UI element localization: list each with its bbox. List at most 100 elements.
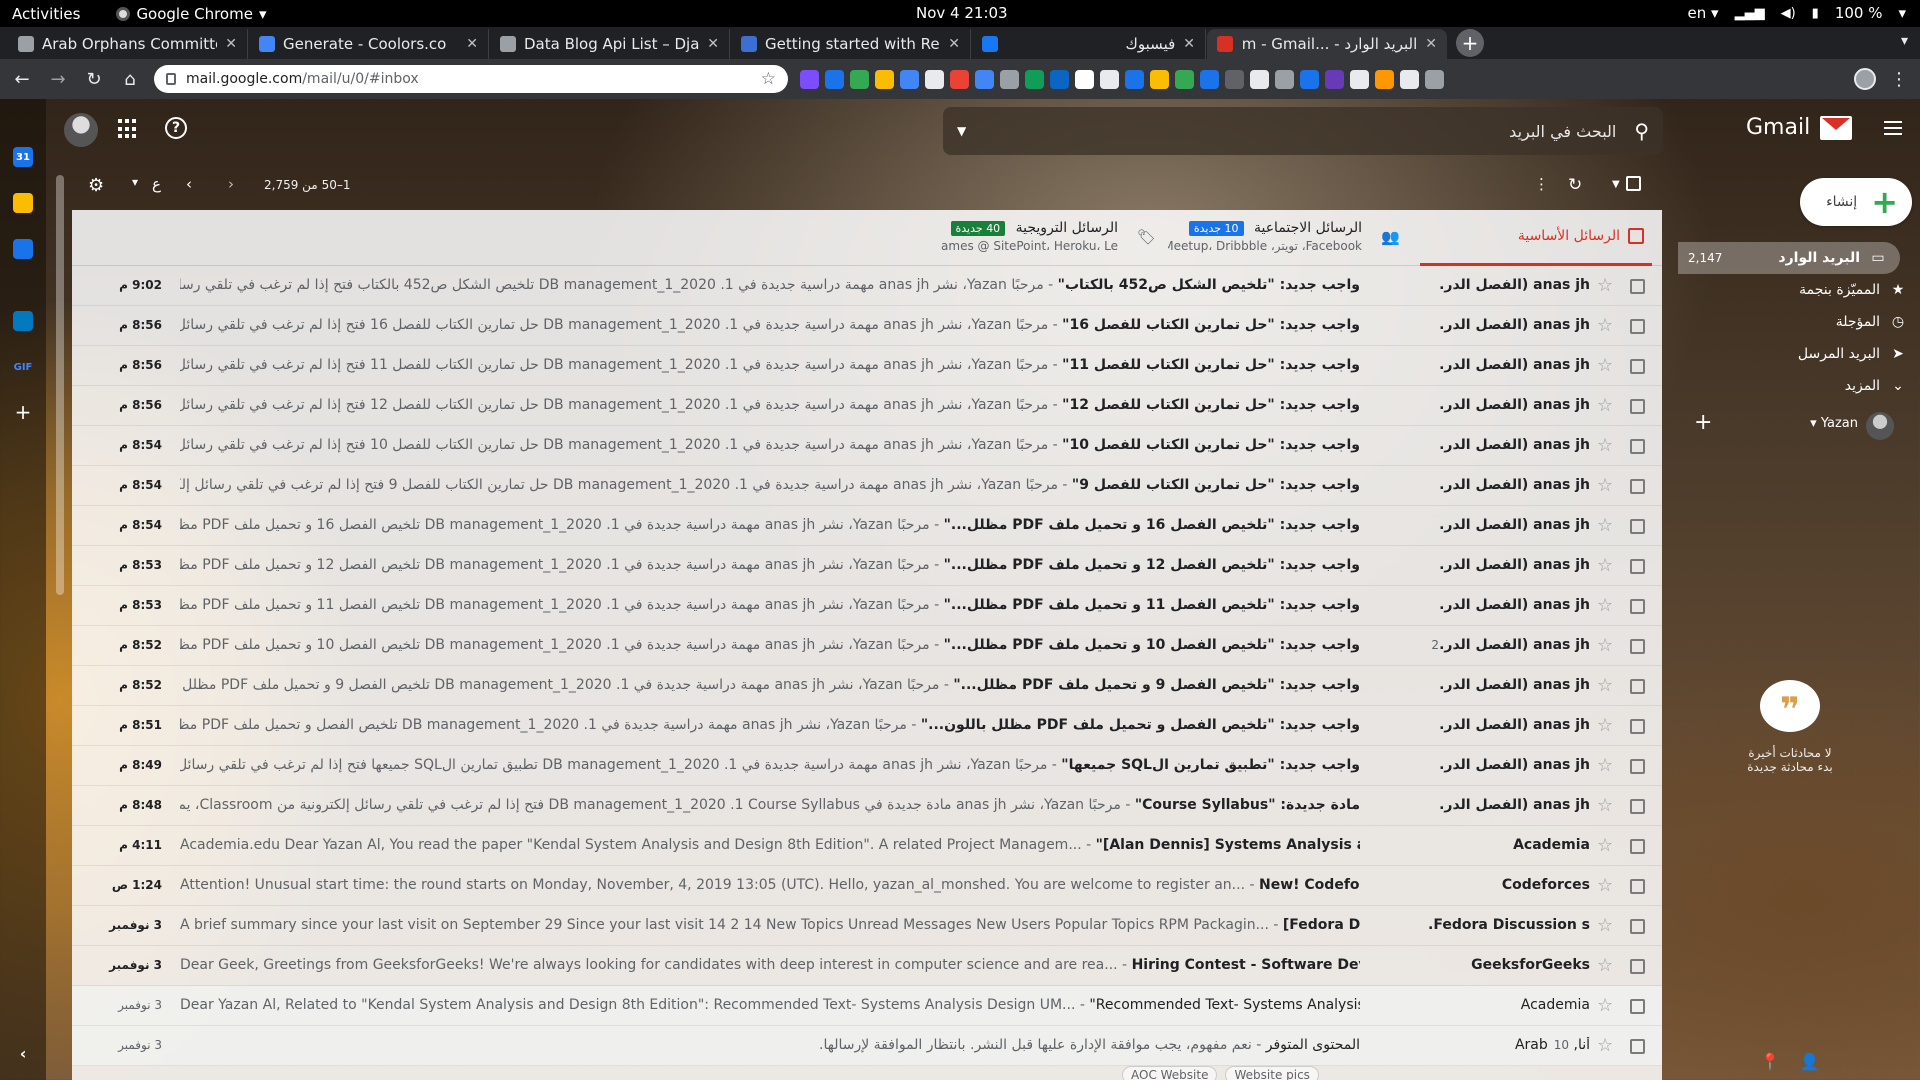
star-icon[interactable]: ☆ — [1597, 635, 1613, 656]
select-checkbox[interactable] — [1630, 879, 1645, 894]
back-arrow-icon[interactable]: ← — [8, 69, 36, 90]
nav-item[interactable]: ◷ المؤجلة — [1678, 306, 1920, 338]
folder-chip[interactable]: Website pics — [1225, 1066, 1319, 1080]
profile-avatar[interactable] — [1854, 68, 1876, 90]
star-icon[interactable]: ☆ — [1597, 355, 1613, 376]
extension-icon[interactable] — [800, 69, 819, 89]
star-icon[interactable]: ☆ — [1597, 555, 1613, 576]
tab-promotions[interactable]: 🏷 الرسائل الترويجية 40 جديدة James @ Sit… — [940, 210, 1156, 266]
star-icon[interactable]: ☆ — [1597, 395, 1613, 416]
extension-icon[interactable] — [1375, 69, 1394, 89]
extension-icon[interactable] — [1400, 69, 1419, 89]
location-pin-icon[interactable]: 📍 — [1760, 1052, 1780, 1071]
close-tab-icon[interactable]: ✕ — [948, 36, 960, 52]
browser-tab[interactable]: البريد الوارد - ...ll.com - Gmail ✕ — [1207, 29, 1447, 59]
extension-icon[interactable] — [1050, 69, 1069, 89]
pagination-range[interactable]: 1–50 من 2,759 — [264, 178, 350, 192]
email-row[interactable]: ☆ Academia Dear Yazan Al, Related to "Kend… — [72, 986, 1662, 1026]
select-checkbox[interactable] — [1630, 399, 1645, 414]
star-icon[interactable]: ☆ — [1597, 755, 1613, 776]
address-bar[interactable]: mail.google.com /mail/u/0/#inbox ☆ — [154, 65, 788, 93]
google-apps-icon[interactable] — [118, 119, 138, 139]
search-input[interactable] — [974, 121, 1617, 141]
new-chat-plus-icon[interactable]: + — [1694, 410, 1712, 435]
star-icon[interactable]: ☆ — [1597, 475, 1613, 496]
extension-icon[interactable] — [1075, 69, 1094, 89]
compose-button[interactable]: + إنشاء — [1800, 178, 1912, 226]
select-checkbox[interactable] — [1630, 799, 1645, 814]
browser-tab[interactable]: Arab Orphans Committe ✕ — [8, 29, 248, 59]
account-avatar[interactable] — [64, 113, 98, 147]
select-checkbox[interactable] — [1630, 959, 1645, 974]
calendar-icon[interactable]: 31 — [13, 147, 33, 167]
nav-item[interactable]: ▭ البريد الوارد 2,147 — [1678, 242, 1900, 274]
keep-icon[interactable] — [13, 193, 33, 213]
close-tab-icon[interactable]: ✕ — [466, 36, 478, 52]
select-checkbox[interactable] — [1630, 479, 1645, 494]
email-row[interactable]: ☆ anas jh (الفصل الدر.2 واجب جديد: "تلخيص … — [72, 626, 1662, 666]
email-row[interactable]: ☆ anas jh (الفصل الدر. واجب جديد: "تلخيص ا… — [72, 666, 1662, 706]
email-row[interactable]: ☆ Academia Academia.edu Dear Yazan Al, You… — [72, 826, 1662, 866]
tab-primary[interactable]: الرسائل الأساسية — [1420, 210, 1652, 266]
star-icon[interactable]: ☆ — [1597, 275, 1613, 296]
extension-icon[interactable] — [1200, 69, 1219, 89]
select-checkbox[interactable] — [1630, 759, 1645, 774]
trello-icon[interactable] — [13, 311, 33, 331]
tab-social[interactable]: 👥 الرسائل الاجتماعية 10 جديدة Facebook، … — [1168, 210, 1400, 266]
email-row[interactable]: ☆ anas jh (الفصل الدر. واجب جديد: "حل تمار… — [72, 306, 1662, 346]
email-row[interactable]: ☆ anas jh (الفصل الدر. واجب جديد: "تطبيق ت… — [72, 746, 1662, 786]
home-icon[interactable]: ⌂ — [116, 69, 144, 90]
close-tab-icon[interactable]: ✕ — [1183, 36, 1195, 52]
select-checkbox[interactable] — [1630, 599, 1645, 614]
email-row[interactable]: ☆ anas jh (الفصل الدر. واجب جديد: "تلخيص ا… — [72, 266, 1662, 306]
email-row[interactable]: ☆ Codeforces Attention! Unusual start time… — [72, 866, 1662, 906]
extension-icon[interactable] — [1325, 69, 1344, 89]
star-icon[interactable]: ☆ — [1597, 995, 1613, 1016]
email-row[interactable]: ☆ anas jh (الفصل الدر. واجب جديد: "حل تمار… — [72, 386, 1662, 426]
extension-icon[interactable] — [1225, 69, 1244, 89]
browser-tab[interactable]: Getting started with Reac ✕ — [731, 29, 971, 59]
close-tab-icon[interactable]: ✕ — [1425, 36, 1437, 52]
email-row[interactable]: ☆ anas jh (الفصل الدر. واجب جديد: "تلخيص ا… — [72, 546, 1662, 586]
extension-icon[interactable] — [1125, 69, 1144, 89]
extension-icon[interactable] — [825, 69, 844, 89]
select-checkbox[interactable] — [1630, 439, 1645, 454]
email-row[interactable]: ☆ anas jh (الفصل الدر. واجب جديد: "تلخيص ا… — [72, 586, 1662, 626]
start-chat-link[interactable]: بدء محادثة جديدة — [1710, 760, 1870, 774]
star-icon[interactable]: ☆ — [1597, 595, 1613, 616]
search-icon[interactable]: ⚲ — [1634, 119, 1649, 143]
nav-item[interactable]: ⌄ المزيد — [1678, 370, 1920, 402]
close-tab-icon[interactable]: ✕ — [707, 36, 719, 52]
select-all-checkbox[interactable] — [1626, 176, 1641, 191]
star-icon[interactable]: ☆ — [1597, 315, 1613, 336]
star-icon[interactable]: ☆ — [1597, 915, 1613, 936]
select-checkbox[interactable] — [1630, 359, 1645, 374]
language-indicator[interactable]: en ▾ — [1688, 4, 1719, 22]
bookmark-star-icon[interactable]: ☆ — [761, 69, 776, 89]
extension-icon[interactable] — [950, 69, 969, 89]
help-icon[interactable]: ? — [165, 117, 187, 139]
gif-icon[interactable]: GIF — [13, 357, 33, 377]
refresh-icon[interactable]: ↻ — [1568, 175, 1582, 195]
select-checkbox[interactable] — [1630, 639, 1645, 654]
settings-gear-icon[interactable]: ⚙ — [88, 175, 104, 196]
email-row[interactable]: ☆ anas jh (الفصل الدر. واجب جديد: "تلخيص ا… — [72, 506, 1662, 546]
scrollbar[interactable] — [56, 175, 64, 595]
main-menu-icon[interactable] — [1884, 121, 1902, 135]
extension-icon[interactable] — [1300, 69, 1319, 89]
select-checkbox[interactable] — [1630, 679, 1645, 694]
star-icon[interactable]: ☆ — [1597, 715, 1613, 736]
input-tools-dropdown-icon[interactable]: ▾ — [132, 175, 138, 189]
star-icon[interactable]: ☆ — [1597, 875, 1613, 896]
email-row[interactable]: ☆ GeeksforGeeks Dear Geek, Greetings from … — [72, 946, 1662, 986]
extension-icon[interactable] — [1275, 69, 1294, 89]
extension-icon[interactable] — [900, 69, 919, 89]
extension-icon[interactable] — [1100, 69, 1119, 89]
email-row[interactable]: ☆ anas jh (الفصل الدر. واجب جديد: "تلخيص ا… — [72, 706, 1662, 746]
clock[interactable]: Nov 4 21:03 — [916, 4, 1008, 22]
nav-item[interactable]: ★ المميّزة بنجمة — [1678, 274, 1920, 306]
star-icon[interactable]: ☆ — [1597, 955, 1613, 976]
email-row[interactable]: ☆ anas jh (الفصل الدر. مادة جديدة: "Course… — [72, 786, 1662, 826]
tasks-icon[interactable] — [13, 239, 33, 259]
select-checkbox[interactable] — [1630, 919, 1645, 934]
